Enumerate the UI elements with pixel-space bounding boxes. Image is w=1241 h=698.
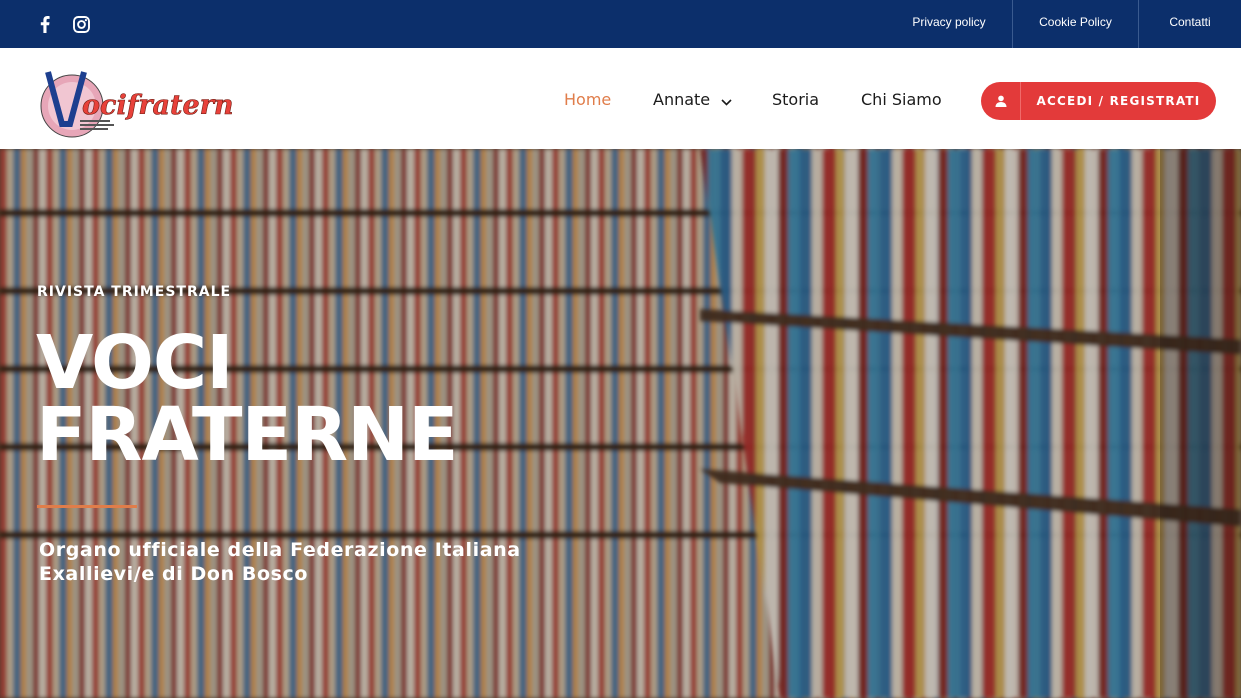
nav-item-annate-label: Annate [653, 90, 711, 109]
cookie-policy-link[interactable]: Cookie Policy [1012, 0, 1138, 48]
login-register-label: ACCEDI / REGISTRATI [1036, 94, 1201, 108]
hero-subtitle-line-1: Organo ufficiale della Federazione Itali… [39, 539, 521, 561]
hero-title-line-2: FRATERNE [36, 392, 459, 478]
svg-text:ocifraterne: ocifraterne [82, 90, 232, 121]
top-links: Privacy policy Cookie Policy Contatti [886, 0, 1241, 48]
user-icon [981, 82, 1021, 120]
nav-item-home[interactable]: Home [564, 90, 611, 109]
hero-subtitle: Organo ufficiale della Federazione Itali… [39, 538, 521, 586]
hero-section: RIVISTA TRIMESTRALE VOCI FRATERNE Organo… [0, 149, 1241, 698]
site-header: ocifraterne Home Annate Storia Chi Siamo… [0, 48, 1241, 149]
privacy-policy-link[interactable]: Privacy policy [886, 0, 1012, 48]
nav-item-annate[interactable]: Annate [653, 90, 732, 110]
site-logo[interactable]: ocifraterne [36, 62, 251, 138]
nav-item-chi-siamo[interactable]: Chi Siamo [861, 90, 942, 109]
top-bar: Privacy policy Cookie Policy Contatti [0, 0, 1241, 48]
hero-title-line-1: VOCI [36, 320, 234, 406]
instagram-icon[interactable] [71, 12, 91, 36]
hero-kicker: RIVISTA TRIMESTRALE [37, 284, 232, 300]
hero-title: VOCI FRATERNE [36, 320, 459, 478]
login-register-button[interactable]: ACCEDI / REGISTRATI [981, 82, 1216, 120]
contatti-link[interactable]: Contatti [1138, 0, 1241, 48]
hero-divider [37, 505, 137, 508]
chevron-down-icon [721, 91, 732, 110]
nav-item-storia[interactable]: Storia [772, 90, 819, 109]
facebook-icon[interactable] [36, 12, 54, 36]
hero-subtitle-line-2: Exallievi/e di Don Bosco [39, 563, 309, 585]
